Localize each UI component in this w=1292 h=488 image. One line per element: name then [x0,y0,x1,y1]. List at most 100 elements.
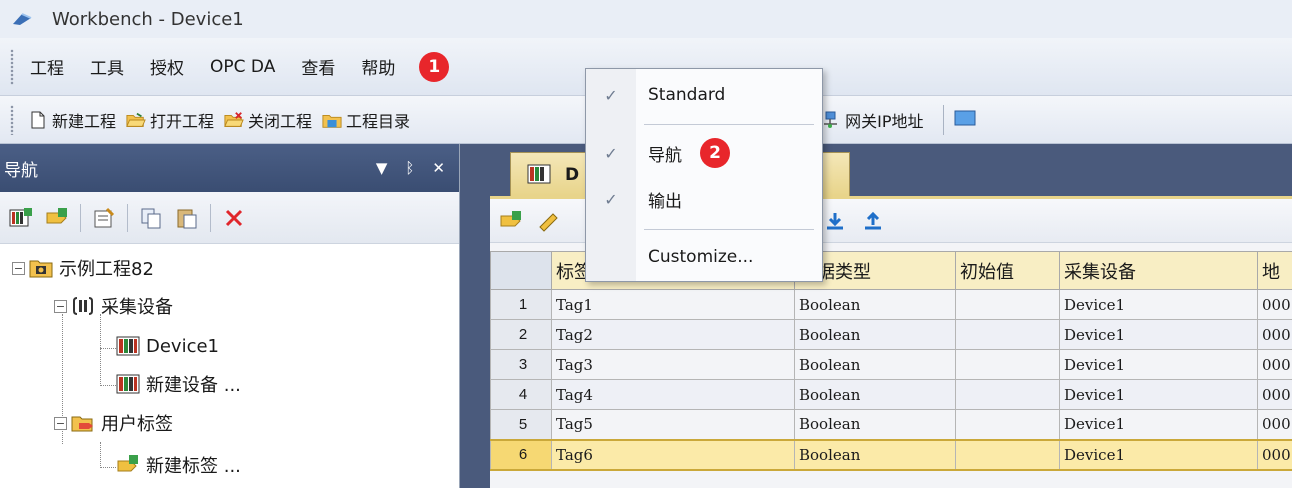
cell-name[interactable]: Tag2 [551,319,795,350]
close-project-button[interactable]: 关闭工程 [224,108,312,132]
cell-type[interactable]: Boolean [794,319,956,350]
table-row[interactable]: 3 Tag3 Boolean Device1 000 [490,349,1292,380]
edit-icon[interactable] [536,208,562,234]
menu-tools[interactable]: 工具 [88,50,126,83]
cell-type[interactable]: Boolean [794,349,956,380]
cell-device[interactable]: Device1 [1059,379,1258,410]
cell-initial[interactable] [955,379,1060,410]
cell-initial[interactable] [955,438,1060,471]
step-badge-1: 1 [419,51,450,82]
menu-item-standard[interactable]: ✓ Standard [586,75,822,115]
cell-name[interactable]: Tag3 [551,349,795,380]
select-all-corner[interactable] [490,251,552,290]
menu-license[interactable]: 授权 [148,50,186,83]
toolbar-grip[interactable] [10,104,14,135]
cell-type[interactable]: Boolean [794,409,956,440]
cell-address[interactable]: 000 [1257,438,1292,471]
cell-initial[interactable] [955,289,1060,320]
cell-initial[interactable] [955,319,1060,350]
close-panel-icon[interactable]: ✕ [432,159,445,177]
open-project-button[interactable]: 打开工程 [126,108,214,132]
cell-name[interactable]: Tag4 [551,379,795,410]
row-number[interactable]: 4 [490,379,552,410]
menu-item-navigation[interactable]: ✓ 导航 2 [586,133,822,173]
add-tag-icon[interactable] [44,205,70,231]
pin-icon[interactable]: ᛒ [405,159,414,177]
toolbar-context-menu: ✓ Standard ✓ 导航 2 ✓ 输出 Customize... [585,68,823,282]
tree-label: 用户标签 [101,414,173,435]
cell-name[interactable]: Tag6 [551,438,795,471]
row-number[interactable]: 5 [490,409,552,440]
collapse-toggle[interactable]: − [54,299,67,313]
cell-type[interactable]: Boolean [794,289,956,320]
collapse-toggle[interactable]: − [12,261,25,275]
tree-node-new-device[interactable]: 新建设备 ... [116,371,241,397]
col-header-device[interactable]: 采集设备 [1059,251,1258,290]
device-icon [116,334,140,358]
paste-icon[interactable] [174,205,200,231]
collapse-toggle[interactable]: − [54,416,67,430]
col-header-initial[interactable]: 初始值 [955,251,1060,290]
step-badge-2: 2 [700,138,730,168]
table-row[interactable]: 5 Tag5 Boolean Device1 000 [490,409,1292,440]
new-project-button[interactable]: 新建工程 [28,108,116,132]
cell-name[interactable]: Tag1 [551,289,795,320]
project-dir-icon [322,110,342,130]
menubar-grip[interactable] [10,48,14,85]
cell-device[interactable]: Device1 [1059,438,1258,471]
tree-node-new-tag[interactable]: 新建标签 ... [116,452,241,478]
cell-address[interactable]: 000 [1257,349,1292,380]
export-icon[interactable] [860,208,886,234]
navigation-header: 导航 ▼ ᛒ ✕ [0,144,459,192]
row-number[interactable]: 3 [490,349,552,380]
monitor-icon[interactable] [954,109,976,131]
cell-initial[interactable] [955,349,1060,380]
gateway-ip-button[interactable]: 网关IP地址 [821,108,923,132]
delete-icon[interactable] [221,205,247,231]
add-tag-icon[interactable] [498,208,524,234]
cell-initial[interactable] [955,409,1060,440]
cell-type[interactable]: Boolean [794,379,956,410]
col-header-address[interactable]: 地 [1257,251,1292,290]
cell-address[interactable]: 000 [1257,379,1292,410]
tree-node-devices[interactable]: − 采集设备 [54,293,173,319]
close-project-label: 关闭工程 [248,111,313,131]
panel-dropdown-icon[interactable]: ▼ [376,159,388,177]
properties-icon[interactable] [91,205,117,231]
menu-project[interactable]: 工程 [28,50,66,83]
cell-address[interactable]: 000 [1257,319,1292,350]
menu-help[interactable]: 帮助 [359,50,397,83]
tree-label: Device1 [146,335,220,357]
table-row[interactable]: 2 Tag2 Boolean Device1 000 [490,319,1292,350]
tree-node-project[interactable]: − 示例工程82 [12,255,154,281]
menu-item-output[interactable]: ✓ 输出 [586,179,822,219]
close-folder-icon [224,110,244,130]
navigation-panel: 导航 ▼ ᛒ ✕ − 示例工程82 − 采集设备 Device1 新建设备 ..… [0,144,460,488]
copy-icon[interactable] [138,205,164,231]
menu-item-customize[interactable]: Customize... [586,237,822,277]
cell-device[interactable]: Device1 [1059,289,1258,320]
cell-address[interactable]: 000 [1257,409,1292,440]
document-tab-label: D [565,164,580,185]
cell-address[interactable]: 000 [1257,289,1292,320]
menu-view[interactable]: 查看 [299,50,337,83]
tree-node-user-tags[interactable]: − 用户标签 [54,410,173,436]
tree-node-device1[interactable]: Device1 [116,334,219,358]
table-row[interactable]: 6 Tag6 Boolean Device1 000 [490,438,1292,471]
cell-type[interactable]: Boolean [794,438,956,471]
cell-device[interactable]: Device1 [1059,409,1258,440]
row-number[interactable]: 2 [490,319,552,350]
row-number[interactable]: 1 [490,289,552,320]
table-row[interactable]: 1 Tag1 Boolean Device1 000 [490,289,1292,320]
network-icon [821,110,841,130]
add-device-icon[interactable] [8,205,34,231]
cell-device[interactable]: Device1 [1059,349,1258,380]
cell-name[interactable]: Tag5 [551,409,795,440]
menu-opcda[interactable]: OPC DA [208,53,277,81]
cell-device[interactable]: Device1 [1059,319,1258,350]
import-icon[interactable] [822,208,848,234]
navigation-title: 导航 [4,160,38,181]
row-number[interactable]: 6 [490,438,552,471]
table-row[interactable]: 4 Tag4 Boolean Device1 000 [490,379,1292,410]
project-dir-button[interactable]: 工程目录 [322,108,410,132]
